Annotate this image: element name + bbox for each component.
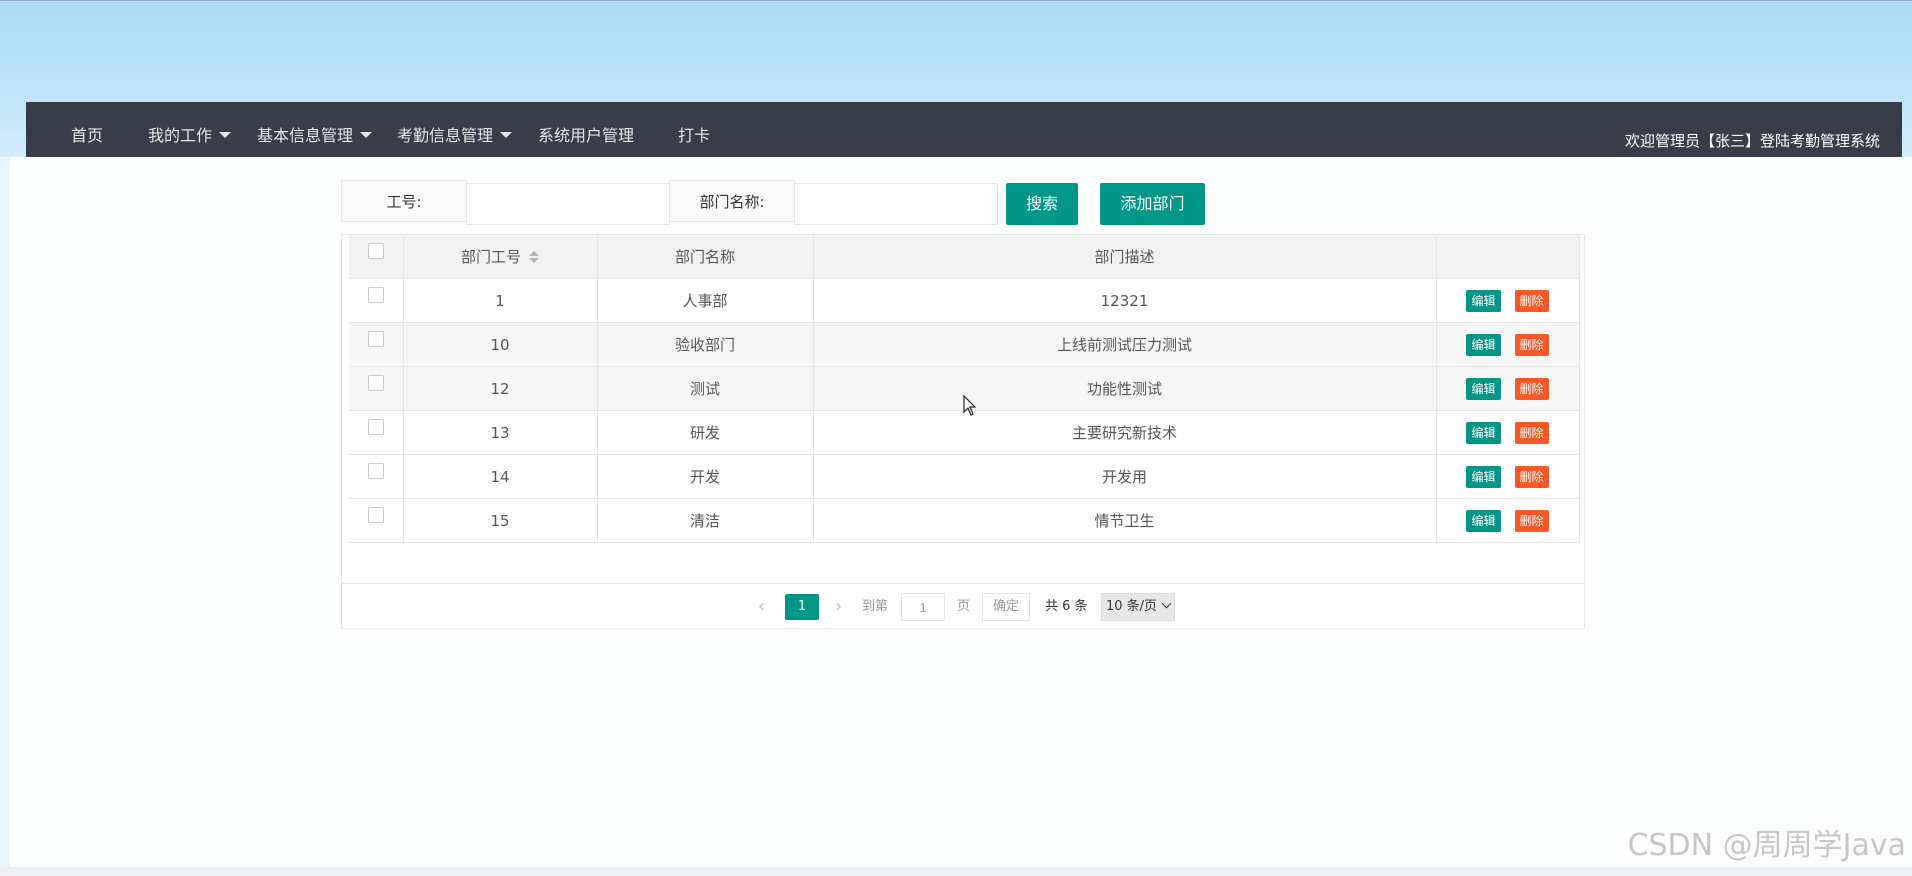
row-checkbox[interactable] (367, 462, 384, 479)
page-size-select[interactable]: 10 条/页 (1101, 593, 1176, 621)
dept-id-cell: 10 (403, 322, 598, 367)
select-all-cell (349, 235, 404, 279)
dept-name-cell: 开发 (597, 454, 814, 499)
mouse-cursor-icon (963, 395, 977, 416)
row-checkbox[interactable] (367, 506, 384, 523)
current-page-button[interactable]: 1 (785, 594, 819, 620)
edit-button[interactable]: 编辑 (1466, 377, 1501, 400)
pagination: ‹ 1 › 到第 页 确定 共 6 条 10 条/页 (342, 583, 1584, 629)
row-checkbox[interactable] (367, 418, 384, 435)
sort-icon[interactable] (529, 250, 539, 263)
welcome-text: 欢迎管理员【张三】登陆考勤管理系统 (1624, 132, 1880, 150)
nav-home-label: 首页 (71, 126, 104, 145)
department-table: 部门工号 部门名称 部门描述 1 人事部 12321 编辑 删除 10 验收部门 … (341, 234, 1585, 629)
top-navbar: 首页 我的工作 基本信息管理 考勤信息管理 系统用户管理 打卡 欢迎管理员【张三… (26, 102, 1902, 157)
dept-name-cell: 验收部门 (597, 322, 814, 367)
column-header-dept-id-label: 部门工号 (460, 248, 521, 266)
table-row: 1 人事部 12321 编辑 删除 (349, 278, 1580, 323)
edit-button[interactable]: 编辑 (1466, 509, 1501, 532)
page-unit-label: 页 (957, 599, 971, 614)
dept-id-cell: 1 (403, 278, 598, 323)
page-edge (0, 157, 10, 867)
nav-attendance[interactable]: 考勤信息管理 (397, 102, 513, 157)
nav-home[interactable]: 首页 (71, 102, 103, 157)
id-search-label: 工号: (341, 180, 467, 222)
search-button[interactable]: 搜索 (1006, 183, 1078, 225)
goto-page-input[interactable] (901, 593, 945, 621)
nav-clock-in-label: 打卡 (678, 126, 711, 145)
column-header-actions (1436, 235, 1580, 279)
edit-button[interactable]: 编辑 (1466, 289, 1501, 312)
dept-desc-cell: 功能性测试 (813, 366, 1437, 411)
column-header-dept-name: 部门名称 (597, 235, 814, 279)
delete-button[interactable]: 删除 (1514, 377, 1549, 400)
column-header-dept-desc: 部门描述 (813, 235, 1437, 279)
caret-down-icon (219, 131, 232, 138)
column-header-dept-id[interactable]: 部门工号 (403, 235, 598, 279)
delete-button[interactable]: 删除 (1514, 465, 1549, 488)
table-row: 14 开发 开发用 编辑 删除 (349, 454, 1580, 499)
dept-name-cell: 清洁 (597, 498, 814, 543)
nav-basic-info[interactable]: 基本信息管理 (257, 102, 373, 157)
table-row: 15 清洁 情节卫生 编辑 删除 (349, 498, 1580, 543)
dept-desc-cell: 主要研究新技术 (813, 410, 1437, 455)
total-count: 共 6 条 (1045, 599, 1088, 614)
table-row: 13 研发 主要研究新技术 编辑 删除 (349, 410, 1580, 455)
dept-desc-cell: 上线前测试压力测试 (813, 322, 1437, 367)
next-page-icon[interactable]: › (835, 594, 842, 620)
caret-down-icon (500, 131, 513, 138)
dept-name-cell: 测试 (597, 366, 814, 411)
dept-id-cell: 14 (403, 454, 598, 499)
delete-button[interactable]: 删除 (1514, 421, 1549, 444)
caret-down-icon (360, 131, 373, 138)
prev-page-icon[interactable]: ‹ (758, 594, 765, 620)
page-size-value: 10 条/页 (1106, 599, 1158, 614)
row-checkbox[interactable] (367, 330, 384, 347)
dept-desc-cell: 开发用 (813, 454, 1437, 499)
goto-confirm-button[interactable]: 确定 (982, 593, 1031, 621)
delete-button[interactable]: 删除 (1514, 289, 1549, 312)
bottom-edge (0, 867, 1912, 876)
add-department-button[interactable]: 添加部门 (1100, 183, 1205, 225)
dept-id-cell: 13 (403, 410, 598, 455)
dept-id-cell: 12 (403, 366, 598, 411)
dept-search-label: 部门名称: (669, 180, 795, 222)
dept-desc-cell: 12321 (813, 278, 1437, 323)
watermark-text: CSDN @周周学Java (1627, 828, 1906, 863)
delete-button[interactable]: 删除 (1514, 509, 1549, 532)
dept-desc-cell: 情节卫生 (813, 498, 1437, 543)
dept-search-input[interactable] (794, 183, 998, 225)
dept-name-cell: 人事部 (597, 278, 814, 323)
nav-my-work[interactable]: 我的工作 (148, 102, 232, 157)
nav-my-work-label: 我的工作 (148, 126, 213, 145)
dept-name-cell: 研发 (597, 410, 814, 455)
id-search-input[interactable] (466, 183, 670, 225)
select-all-checkbox[interactable] (367, 242, 384, 259)
row-checkbox[interactable] (367, 286, 384, 303)
nav-system-users[interactable]: 系统用户管理 (538, 102, 634, 157)
table-row: 10 验收部门 上线前测试压力测试 编辑 删除 (349, 322, 1580, 367)
row-checkbox[interactable] (367, 374, 384, 391)
delete-button[interactable]: 删除 (1514, 333, 1549, 356)
goto-label: 到第 (862, 599, 889, 614)
edit-button[interactable]: 编辑 (1466, 333, 1501, 356)
nav-system-users-label: 系统用户管理 (538, 126, 635, 145)
chevron-down-icon (1161, 598, 1172, 609)
nav-basic-info-label: 基本信息管理 (257, 126, 354, 145)
nav-clock-in[interactable]: 打卡 (678, 102, 710, 157)
dept-id-cell: 15 (403, 498, 598, 543)
edit-button[interactable]: 编辑 (1466, 465, 1501, 488)
edit-button[interactable]: 编辑 (1466, 421, 1501, 444)
nav-attendance-label: 考勤信息管理 (397, 126, 494, 145)
